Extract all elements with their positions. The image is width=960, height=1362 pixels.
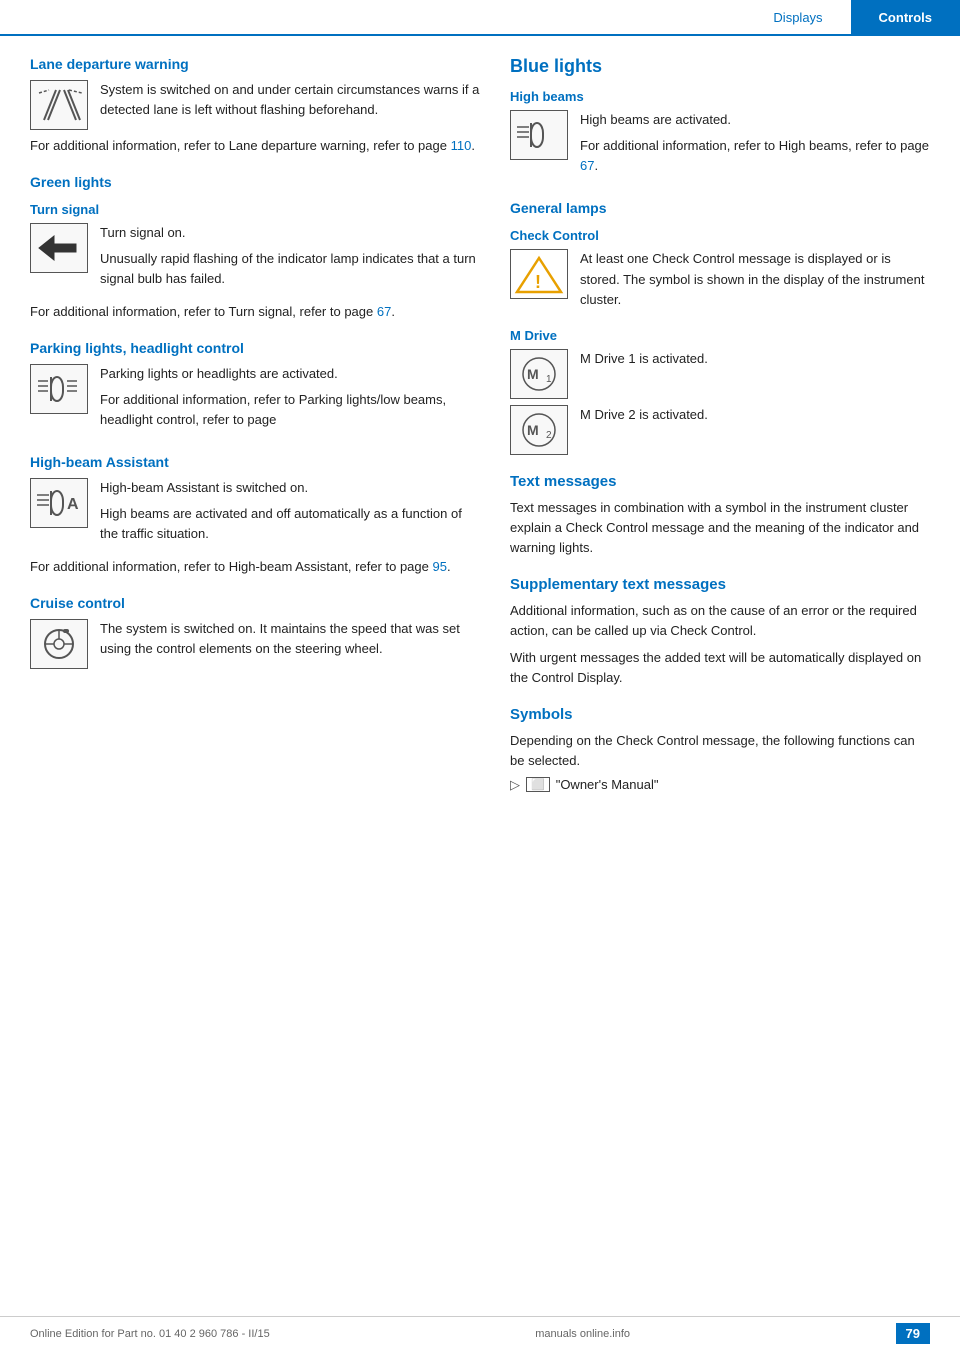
- parking-lights-row: Parking lights or headlights are activat…: [30, 364, 480, 436]
- high-beam-assistant-row: A High-beam Assistant is switched on. Hi…: [30, 478, 480, 550]
- symbols-body: Depending on the Check Control message, …: [510, 731, 930, 771]
- turn-signal-link[interactable]: 67: [377, 304, 391, 319]
- text-messages-section: Text messages Text messages in combinati…: [510, 473, 930, 558]
- header-tabs: Displays Controls: [745, 0, 960, 34]
- left-column: Lane departure warning System is switche…: [30, 56, 480, 797]
- check-control-row: ! At least one Check Control message is …: [510, 249, 930, 315]
- m-drive-1-icon: M 1: [510, 349, 568, 399]
- check-control-subtitle: Check Control: [510, 228, 930, 243]
- cruise-control-row: The system is switched on. It maintains …: [30, 619, 480, 669]
- high-beams-icon: [510, 110, 568, 160]
- bullet-arrow-icon: ▷: [510, 777, 520, 793]
- high-beam-assistant-section: High-beam Assistant A: [30, 454, 480, 577]
- m-drive-2-svg: M 2: [513, 408, 565, 452]
- m-drive-2-row: M 2 M Drive 2 is activated.: [510, 405, 930, 455]
- cruise-control-icon: [30, 619, 88, 669]
- m-drive-2-text: M Drive 2 is activated.: [580, 405, 930, 455]
- high-beams-row: High beams are activated. For additional…: [510, 110, 930, 182]
- high-beam-assistant-title: High-beam Assistant: [30, 454, 480, 470]
- m-drive-subtitle: M Drive: [510, 328, 930, 343]
- svg-text:1: 1: [546, 374, 552, 385]
- page-footer: Online Edition for Part no. 01 40 2 960 …: [0, 1316, 960, 1344]
- hba-svg: A: [33, 481, 85, 525]
- turn-signal-icon: [30, 223, 88, 273]
- lane-departure-section: Lane departure warning System is switche…: [30, 56, 480, 156]
- footer-right-text: manuals online.info: [535, 1328, 630, 1340]
- general-lamps-title: General lamps: [510, 200, 930, 216]
- green-lights-title: Green lights: [30, 174, 480, 190]
- page-header: Displays Controls: [0, 0, 960, 36]
- owners-manual-icon: ⬜: [526, 777, 550, 792]
- parking-lights-text: Parking lights or headlights are activat…: [100, 364, 480, 436]
- symbols-title: Symbols: [510, 706, 930, 723]
- cruise-svg: [33, 622, 85, 666]
- high-beams-subtitle: High beams: [510, 89, 930, 104]
- svg-text:2: 2: [546, 430, 552, 441]
- hba-link[interactable]: 95: [432, 559, 446, 574]
- footer-left-text: Online Edition for Part no. 01 40 2 960 …: [30, 1328, 270, 1340]
- check-control-text: At least one Check Control message is di…: [580, 249, 930, 315]
- lane-departure-row: System is switched on and under certain …: [30, 80, 480, 130]
- supplementary-title: Supplementary text messages: [510, 576, 930, 593]
- svg-text:!: !: [535, 272, 541, 292]
- supplementary-body2: With urgent messages the added text will…: [510, 648, 930, 688]
- lane-departure-svg: [34, 85, 84, 125]
- supplementary-section: Supplementary text messages Additional i…: [510, 576, 930, 688]
- high-beams-text: High beams are activated. For additional…: [580, 110, 930, 182]
- lane-departure-text: System is switched on and under certain …: [100, 80, 480, 130]
- page-number: 79: [896, 1323, 930, 1344]
- right-column: Blue lights High beams High b: [510, 56, 930, 797]
- svg-text:M: M: [527, 422, 539, 438]
- text-messages-title: Text messages: [510, 473, 930, 490]
- supplementary-body1: Additional information, such as on the c…: [510, 601, 930, 641]
- svg-text:M: M: [527, 366, 539, 382]
- check-control-icon: !: [510, 249, 568, 299]
- tab-controls[interactable]: Controls: [851, 0, 960, 34]
- text-messages-body: Text messages in combination with a symb…: [510, 498, 930, 558]
- turn-signal-ref: For additional information, refer to Tur…: [30, 302, 480, 322]
- parking-lights-icon: [30, 364, 88, 414]
- symbols-section: Symbols Depending on the Check Control m…: [510, 706, 930, 793]
- main-content: Lane departure warning System is switche…: [0, 36, 960, 817]
- m-drive-1-svg: M 1: [513, 352, 565, 396]
- cruise-control-text: The system is switched on. It maintains …: [100, 619, 480, 669]
- cruise-control-title: Cruise control: [30, 595, 480, 611]
- m-drive-2-icon: M 2: [510, 405, 568, 455]
- general-lamps-section: General lamps Check Control ! At least o…: [510, 200, 930, 454]
- symbols-bullet-1: ▷ ⬜ "Owner's Manual": [510, 777, 930, 793]
- svg-text:A: A: [67, 496, 79, 513]
- parking-lights-title: Parking lights, headlight control: [30, 340, 480, 356]
- lane-departure-ref: For additional information, refer to Lan…: [30, 136, 480, 156]
- blue-lights-title: Blue lights: [510, 56, 930, 77]
- tab-displays[interactable]: Displays: [745, 0, 850, 34]
- turn-signal-row: Turn signal on. Unusually rapid flashing…: [30, 223, 480, 295]
- lane-departure-title: Lane departure warning: [30, 56, 480, 72]
- lane-departure-link[interactable]: 110: [451, 138, 472, 153]
- turn-signal-subtitle: Turn signal: [30, 202, 480, 217]
- parking-lights-svg: [33, 367, 85, 411]
- m-drive-1-row: M 1 M Drive 1 is activated.: [510, 349, 930, 399]
- hba-ref: For additional information, refer to Hig…: [30, 557, 480, 577]
- parking-lights-section: Parking lights, headlight control: [30, 340, 480, 436]
- turn-signal-svg: [34, 228, 84, 268]
- check-control-svg: !: [513, 252, 565, 296]
- blue-lights-section: Blue lights High beams High b: [510, 56, 930, 182]
- cruise-control-section: Cruise control The system is s: [30, 595, 480, 669]
- green-lights-section: Green lights Turn signal Turn signal on.…: [30, 174, 480, 322]
- m-drive-1-text: M Drive 1 is activated.: [580, 349, 930, 399]
- lane-departure-icon: [30, 80, 88, 130]
- turn-signal-text: Turn signal on. Unusually rapid flashing…: [100, 223, 480, 295]
- high-beams-svg: [513, 113, 565, 157]
- owners-manual-text: "Owner's Manual": [556, 777, 659, 792]
- high-beams-link[interactable]: 67: [580, 158, 594, 173]
- high-beam-assistant-icon: A: [30, 478, 88, 528]
- high-beam-assistant-text: High-beam Assistant is switched on. High…: [100, 478, 480, 550]
